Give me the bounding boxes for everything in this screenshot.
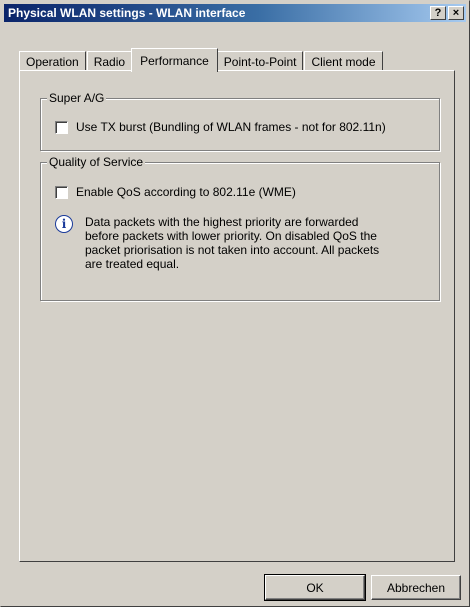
- tab-strip: Operation Radio Performance Point-to-Poi…: [19, 47, 384, 72]
- info-icon: i: [55, 215, 73, 233]
- qos-info-line: packet priorisation is not taken into ac…: [85, 243, 380, 257]
- dialog-window: Physical WLAN settings - WLAN interface …: [0, 0, 470, 607]
- qos-enable-label[interactable]: Enable QoS according to 802.11e (WME): [76, 185, 296, 199]
- tab-client-mode[interactable]: Client mode: [304, 51, 383, 71]
- title-bar[interactable]: Physical WLAN settings - WLAN interface …: [4, 4, 466, 22]
- tab-operation[interactable]: Operation: [19, 51, 86, 71]
- help-button[interactable]: ?: [430, 6, 446, 20]
- super-ag-legend: Super A/G: [47, 91, 107, 105]
- qos-legend: Quality of Service: [47, 155, 146, 169]
- window-title: Physical WLAN settings - WLAN interface: [8, 6, 246, 20]
- qos-info-text: Data packets with the highest priority a…: [85, 215, 415, 271]
- tx-burst-label[interactable]: Use TX burst (Bundling of WLAN frames - …: [76, 120, 386, 134]
- close-button[interactable]: ×: [448, 6, 464, 20]
- tx-burst-checkbox[interactable]: [55, 120, 68, 134]
- tab-radio[interactable]: Radio: [86, 51, 133, 71]
- ok-button[interactable]: OK: [264, 574, 366, 601]
- tab-performance[interactable]: Performance: [131, 48, 218, 72]
- qos-info-line: before packets with lower priority. On d…: [85, 229, 377, 243]
- qos-info-line: are treated equal.: [85, 257, 180, 271]
- super-ag-group: Super A/G Use TX burst (Bundling of WLAN…: [40, 91, 440, 151]
- tx-burst-row[interactable]: Use TX burst (Bundling of WLAN frames - …: [55, 120, 386, 134]
- cancel-button[interactable]: Abbrechen: [371, 575, 461, 600]
- qos-info: i Data packets with the highest priority…: [55, 215, 415, 271]
- qos-group: Quality of Service Enable QoS according …: [40, 155, 440, 301]
- qos-enable-checkbox[interactable]: [55, 185, 68, 199]
- qos-enable-row[interactable]: Enable QoS according to 802.11e (WME): [55, 185, 296, 199]
- tab-panel-performance: Super A/G Use TX burst (Bundling of WLAN…: [19, 70, 455, 562]
- tab-point-to-point[interactable]: Point-to-Point: [216, 51, 304, 71]
- qos-info-line: Data packets with the highest priority a…: [85, 215, 359, 229]
